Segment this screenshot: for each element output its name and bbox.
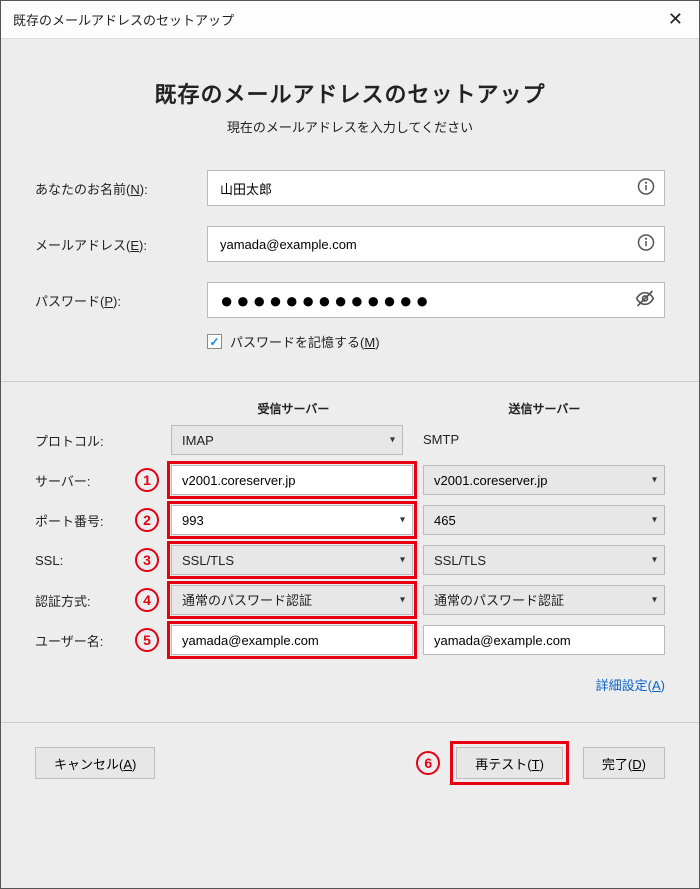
remember-label: パスワードを記憶する(M): [230, 332, 380, 351]
page-subheading: 現在のメールアドレスを入力してください: [21, 117, 679, 136]
page-heading: 既存のメールアドレスのセットアップ: [21, 77, 679, 109]
protocol-select[interactable]: IMAP: [171, 425, 403, 455]
auth-in-select[interactable]: 通常のパスワード認証: [171, 585, 413, 615]
user-out-input[interactable]: [423, 625, 665, 655]
email-input[interactable]: [207, 226, 665, 262]
protocol-out: SMTP: [413, 425, 665, 455]
incoming-header: 受信サーバー: [173, 400, 414, 417]
badge-2: 2: [135, 508, 159, 532]
email-label: メールアドレス(E):: [35, 235, 207, 254]
titlebar: 既存のメールアドレスのセットアップ ✕: [1, 1, 699, 39]
badge-3: 3: [135, 548, 159, 572]
user-in-input[interactable]: [171, 625, 413, 655]
port-out-input[interactable]: [423, 505, 665, 535]
remember-password-checkbox[interactable]: ✓ パスワードを記憶する(M): [207, 332, 665, 351]
eye-off-icon[interactable]: [635, 289, 655, 312]
port-in-input[interactable]: [171, 505, 413, 535]
ssl-out-select[interactable]: SSL/TLS: [423, 545, 665, 575]
footer: キャンセル(A) 6 再テスト(T) 完了(D): [1, 722, 699, 809]
auth-out-select[interactable]: 通常のパスワード認証: [423, 585, 665, 615]
badge-5: 5: [135, 628, 159, 652]
header: 既存のメールアドレスのセットアップ 現在のメールアドレスを入力してください: [1, 39, 699, 170]
protocol-label: プロトコル:: [35, 431, 135, 450]
server-in-input[interactable]: [171, 465, 413, 495]
badge-1: 1: [135, 468, 159, 492]
badge-4: 4: [135, 588, 159, 612]
server-settings: 受信サーバー 送信サーバー プロトコル: IMAP ▾ SMTP サーバー: 1…: [1, 381, 699, 655]
close-icon[interactable]: ✕: [662, 9, 689, 30]
name-input[interactable]: [207, 170, 665, 206]
basic-form: あなたのお名前(N): メールアドレス(E): パスワード(P): ●●●●●●…: [1, 170, 699, 381]
ssl-in-select[interactable]: SSL/TLS: [171, 545, 413, 575]
server-label: サーバー:: [35, 471, 135, 490]
name-label: あなたのお名前(N):: [35, 179, 207, 198]
info-icon[interactable]: [637, 234, 655, 255]
checkbox-icon: ✓: [207, 334, 222, 349]
port-label: ポート番号:: [35, 511, 135, 530]
badge-6: 6: [416, 751, 440, 775]
auth-label: 認証方式:: [35, 591, 135, 610]
server-out-input[interactable]: [423, 465, 665, 495]
cancel-button[interactable]: キャンセル(A): [35, 747, 155, 779]
window-title: 既存のメールアドレスのセットアップ: [13, 10, 234, 29]
password-input[interactable]: ●●●●●●●●●●●●●: [207, 282, 665, 318]
ssl-label: SSL:: [35, 553, 135, 568]
done-button[interactable]: 完了(D): [583, 747, 665, 779]
retest-button[interactable]: 再テスト(T): [456, 747, 563, 779]
password-label: パスワード(P):: [35, 291, 207, 310]
user-label: ユーザー名:: [35, 631, 135, 650]
info-icon[interactable]: [637, 178, 655, 199]
advanced-settings-link[interactable]: 詳細設定(A): [596, 678, 665, 693]
outgoing-header: 送信サーバー: [424, 400, 665, 417]
